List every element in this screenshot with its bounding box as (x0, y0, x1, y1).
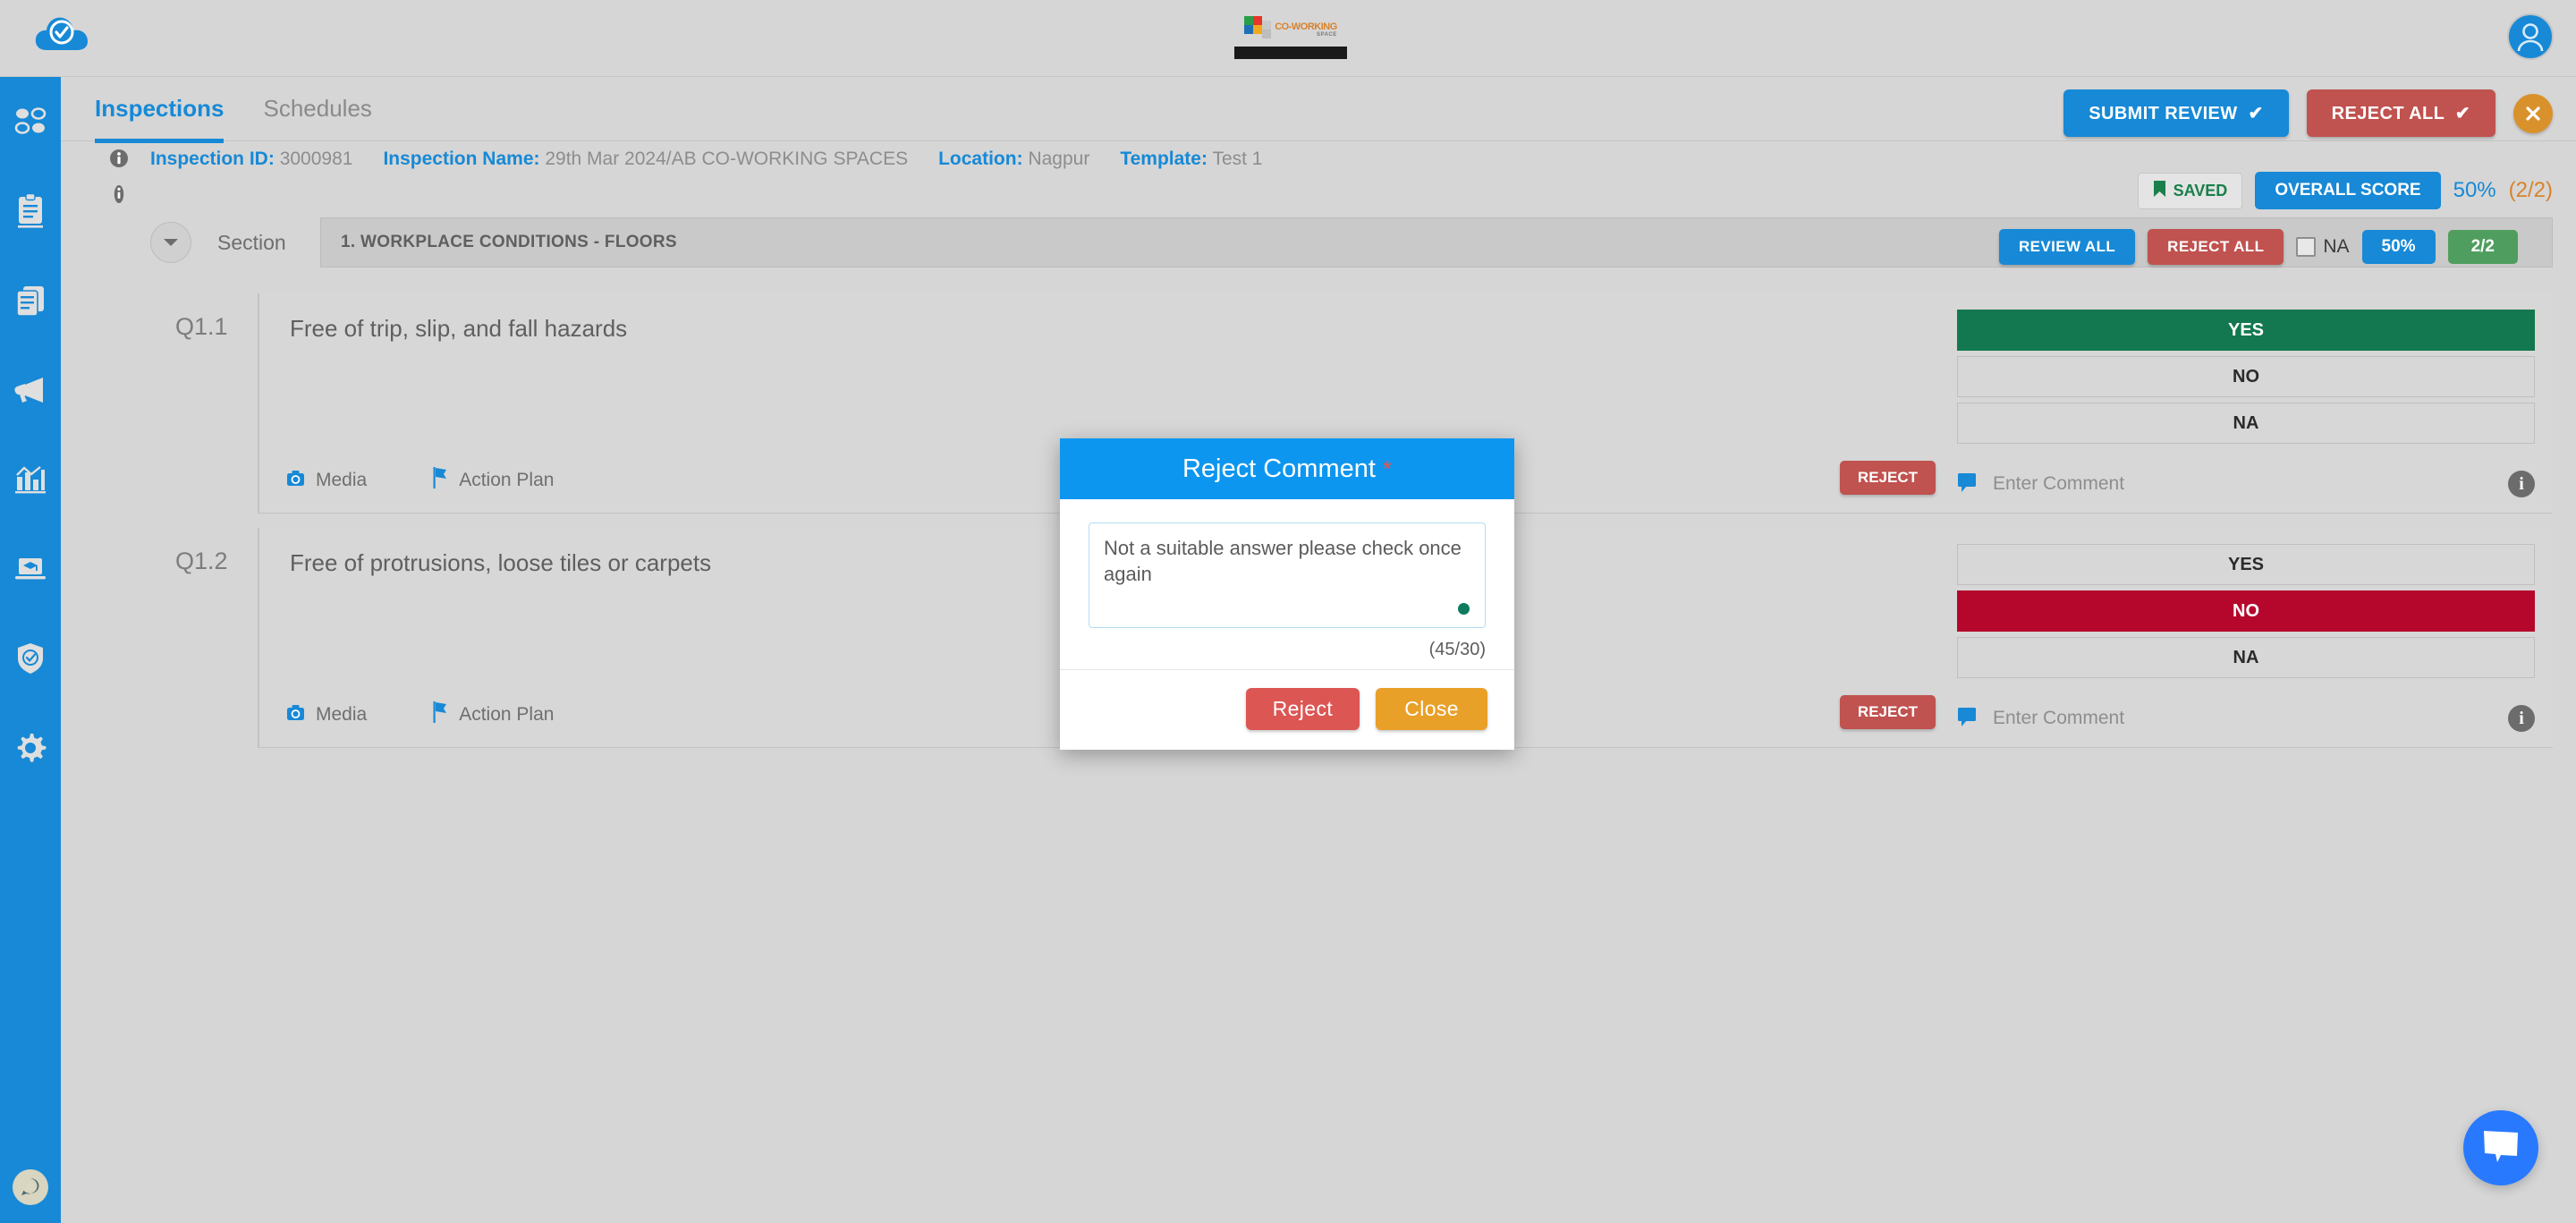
modal-footer: Reject Close (1060, 669, 1514, 750)
resize-handle-dot[interactable] (1458, 603, 1470, 615)
comment-textarea-wrap (1089, 522, 1486, 633)
modal-reject-button[interactable]: Reject (1245, 688, 1360, 730)
modal-header: Reject Comment * (1060, 438, 1514, 499)
reject-comment-input[interactable] (1089, 522, 1486, 628)
modal-title: Reject Comment (1182, 454, 1376, 483)
reject-comment-dialog: Reject Comment * (45/30) Reject Close (1060, 438, 1514, 750)
modal-body: (45/30) (1060, 499, 1514, 669)
modal-overlay: Reject Comment * (45/30) Reject Close (0, 0, 2576, 1223)
modal-close-button[interactable]: Close (1376, 688, 1487, 730)
required-asterisk: * (1382, 454, 1393, 482)
character-counter: (45/30) (1428, 640, 1486, 659)
